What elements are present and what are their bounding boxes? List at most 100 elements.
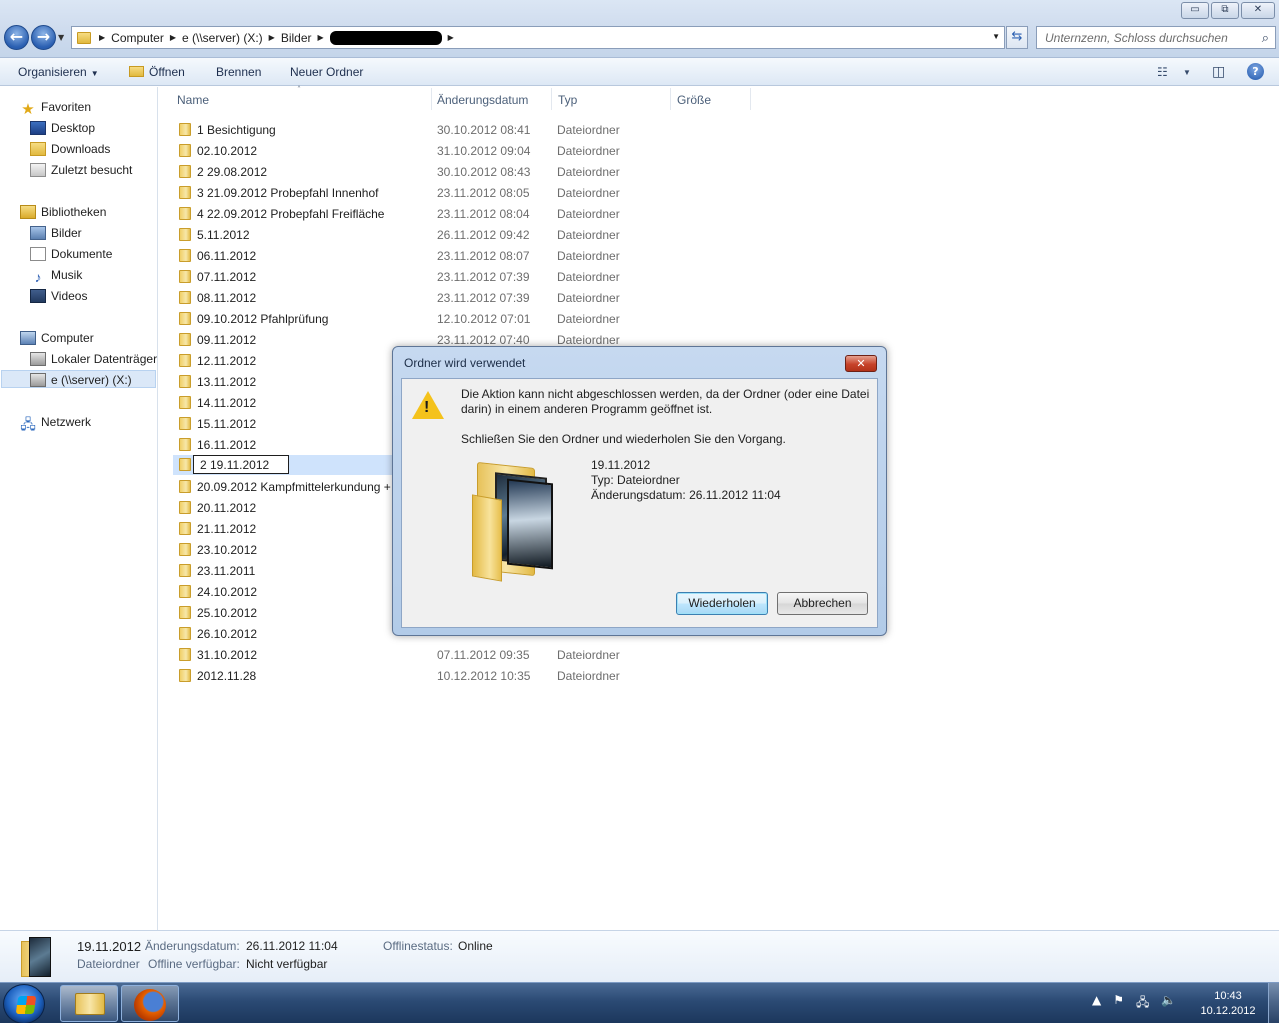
minimize-button[interactable]: ▭: [1181, 2, 1209, 19]
table-row[interactable]: 07.11.2012 23.11.2012 07:39 Dateiordner: [173, 267, 773, 287]
file-type: Dateiordner: [557, 144, 620, 158]
table-row[interactable]: 1 Besichtigung 30.10.2012 08:41 Dateiordne…: [173, 120, 773, 140]
maximize-button[interactable]: ⧉: [1211, 2, 1239, 19]
breadcrumb-drive[interactable]: e (\\server) (X:): [176, 31, 269, 45]
preview-pane-icon[interactable]: ◫: [1212, 63, 1225, 80]
nav-libraries[interactable]: Bibliotheken: [20, 203, 106, 221]
close-button[interactable]: ✕: [1241, 2, 1275, 19]
recent-pages-dropdown[interactable]: ▼: [58, 33, 64, 42]
nav-favorites[interactable]: ★ Favoriten: [20, 98, 91, 117]
table-row[interactable]: 2 29.08.2012 30.10.2012 08:43 Dateiordner: [173, 162, 773, 182]
address-bar[interactable]: ▶ Computer ▶ e (\\server) (X:) ▶ Bilder …: [71, 26, 1005, 49]
dialog-title: Ordner wird verwendet: [404, 356, 526, 370]
file-type: Dateiordner: [557, 669, 620, 683]
redacted-breadcrumb: [329, 30, 442, 45]
taskbar-explorer[interactable]: [60, 985, 118, 1022]
details-date-label: Änderungsdatum:: [145, 939, 240, 953]
new-folder-button[interactable]: Neuer Ordner: [290, 65, 363, 79]
address-dropdown-icon[interactable]: ▼: [992, 32, 1000, 41]
nav-network[interactable]: 🖧 Netzwerk: [20, 413, 91, 431]
start-button[interactable]: [3, 984, 45, 1023]
nav-label: Lokaler Datenträger: [51, 352, 158, 366]
search-input[interactable]: Unternzenn, Schloss durchsuchen ⌕: [1036, 26, 1276, 49]
file-type: Dateiordner: [557, 123, 620, 137]
nav-label: Dokumente: [51, 247, 113, 261]
file-date: 30.10.2012 08:43: [437, 165, 531, 179]
table-row[interactable]: 08.11.2012 23.11.2012 07:39 Dateiordner: [173, 288, 773, 308]
back-button[interactable]: ←: [4, 25, 29, 50]
organize-button[interactable]: Organisieren ▼: [18, 65, 99, 79]
back-arrow-icon: ←: [9, 27, 24, 46]
taskbar: ▲ ⚑ 🖧 🔈 10:43 10.12.2012: [0, 982, 1279, 1023]
column-header-size[interactable]: Größe: [677, 93, 711, 107]
windows-logo-icon: [15, 996, 37, 1014]
show-hidden-icons-icon[interactable]: ▲: [1092, 993, 1101, 1014]
network-status-icon[interactable]: 🖧: [1136, 993, 1149, 1014]
table-row[interactable]: 09.10.2012 Pfahlprüfung 12.10.2012 07:01 D…: [173, 309, 773, 329]
nav-desktop[interactable]: Desktop: [30, 119, 95, 137]
view-options-icon[interactable]: ☷: [1157, 65, 1168, 79]
computer-icon: [20, 331, 36, 345]
folder-in-use-dialog: Ordner wird verwendet ✕ ! Die Aktion kan…: [392, 346, 887, 636]
nav-recent[interactable]: Zuletzt besucht: [30, 161, 132, 179]
table-row[interactable]: 2012.11.28 10.12.2012 10:35 Dateiordner: [173, 666, 773, 686]
show-desktop-button[interactable]: [1268, 983, 1279, 1023]
column-divider[interactable]: [670, 88, 671, 110]
table-row[interactable]: 4 22.09.2012 Probepfahl Freifläche 23.11.…: [173, 204, 773, 224]
table-row[interactable]: 3 21.09.2012 Probepfahl Innenhof 23.11.20…: [173, 183, 773, 203]
folder-icon: [179, 564, 191, 577]
folder-icon: [179, 648, 191, 661]
column-divider[interactable]: [750, 88, 751, 110]
nav-pictures[interactable]: Bilder: [30, 224, 82, 242]
nav-computer[interactable]: Computer: [20, 329, 94, 347]
breadcrumb-separator-icon[interactable]: ▶: [448, 33, 454, 42]
nav-server-drive[interactable]: e (\\server) (X:): [1, 370, 156, 388]
breadcrumb-computer[interactable]: Computer: [105, 31, 170, 45]
folder-icon: [179, 144, 191, 157]
table-row[interactable]: 02.10.2012 31.10.2012 09:04 Dateiordner: [173, 141, 773, 161]
column-header-date[interactable]: Änderungsdatum: [437, 93, 528, 107]
file-type: Dateiordner: [557, 270, 620, 284]
file-type: Dateiordner: [557, 186, 620, 200]
file-type: Dateiordner: [557, 165, 620, 179]
file-name: 16.11.2012: [197, 438, 257, 452]
table-row[interactable]: 06.11.2012 23.11.2012 08:07 Dateiordner: [173, 246, 773, 266]
file-date: 12.10.2012 07:01: [437, 312, 531, 326]
folder-icon: [179, 291, 191, 304]
retry-button[interactable]: Wiederholen: [676, 592, 768, 615]
nav-documents[interactable]: Dokumente: [30, 245, 112, 263]
breadcrumb-bilder[interactable]: Bilder: [275, 31, 318, 45]
open-button[interactable]: Öffnen: [129, 65, 185, 79]
nav-downloads[interactable]: Downloads: [30, 140, 110, 158]
taskbar-firefox[interactable]: [121, 985, 179, 1022]
view-dropdown-icon[interactable]: ▼: [1183, 68, 1191, 77]
folder-icon: [179, 501, 191, 514]
rename-input[interactable]: 2 19.11.2012: [193, 455, 289, 474]
forward-button[interactable]: →: [31, 25, 56, 50]
file-name: 1 Besichtigung: [197, 123, 276, 137]
breadcrumb-separator-icon[interactable]: ▶: [318, 33, 324, 42]
firefox-icon: [134, 989, 166, 1021]
column-divider[interactable]: [551, 88, 552, 110]
nav-label: Musik: [51, 268, 83, 282]
cancel-button[interactable]: Abbrechen: [777, 592, 868, 615]
help-button[interactable]: ?: [1247, 63, 1264, 80]
column-header-type[interactable]: Typ: [558, 93, 577, 107]
column-header-name[interactable]: Name: [177, 93, 209, 107]
table-row-renaming[interactable]: 2 19.11.2012: [173, 455, 393, 475]
table-row[interactable]: 31.10.2012 07.11.2012 09:35 Dateiordner: [173, 645, 773, 665]
search-icon[interactable]: ⌕: [1262, 30, 1269, 46]
file-type: Dateiordner: [557, 228, 620, 242]
table-row[interactable]: 5.11.2012 26.11.2012 09:42 Dateiordner: [173, 225, 773, 245]
file-name: 23.10.2012: [197, 543, 258, 557]
burn-button[interactable]: Brennen: [216, 65, 261, 79]
nav-local-disk[interactable]: Lokaler Datenträger: [30, 350, 157, 368]
dialog-close-button[interactable]: ✕: [845, 355, 877, 372]
action-center-flag-icon[interactable]: ⚑: [1113, 993, 1124, 1014]
nav-music[interactable]: ♪ Musik: [30, 266, 83, 284]
volume-icon[interactable]: 🔈: [1161, 993, 1176, 1014]
refresh-button[interactable]: ⇆: [1006, 26, 1028, 49]
clock[interactable]: 10:43 10.12.2012: [1196, 989, 1260, 1019]
nav-videos[interactable]: Videos: [30, 287, 87, 305]
column-divider[interactable]: [431, 88, 432, 110]
